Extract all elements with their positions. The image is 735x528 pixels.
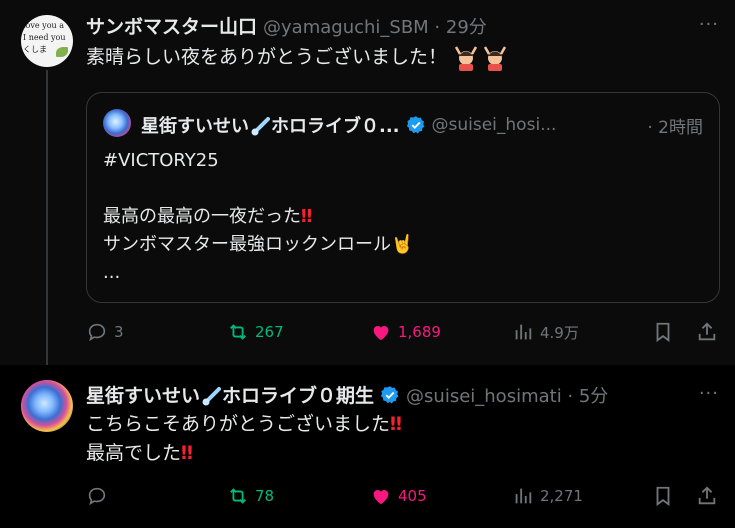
comet-icon bbox=[202, 386, 222, 405]
reply-button[interactable] bbox=[86, 485, 114, 507]
more-options-icon[interactable]: ··· bbox=[699, 383, 719, 404]
bookmark-button[interactable] bbox=[652, 485, 680, 507]
quoted-avatar[interactable] bbox=[103, 109, 131, 137]
quoted-handle[interactable]: @suisei_hosi... bbox=[432, 115, 557, 135]
quoted-line2: 最高の最高の一夜だった bbox=[103, 206, 301, 227]
cheering-person-emoji-icon bbox=[454, 45, 507, 71]
post2-header: 星街すいせい ホロライブ０期生 @suisei_hosimati · 5分 bbox=[86, 381, 608, 408]
like-count: 405 bbox=[398, 487, 427, 505]
share-button[interactable] bbox=[696, 485, 724, 507]
more-options-icon[interactable]: ··· bbox=[699, 14, 719, 35]
rock-hand-emoji-icon: 🤘 bbox=[391, 234, 414, 255]
retweet-icon bbox=[230, 488, 246, 504]
retweet-button[interactable]: 78 bbox=[227, 485, 274, 507]
post1-text: 素晴らしい夜をありがとうございました！ bbox=[86, 43, 509, 72]
like-button[interactable]: 1,689 bbox=[370, 321, 441, 343]
share-button[interactable] bbox=[696, 321, 724, 343]
views-count: 2,271 bbox=[540, 487, 583, 505]
suisei-name-part2: ホロライブ０期生 bbox=[222, 385, 375, 407]
bookmark-icon bbox=[656, 486, 670, 507]
comet-icon bbox=[251, 117, 270, 136]
like-button[interactable]: 405 bbox=[370, 485, 427, 507]
reply-button[interactable]: 3 bbox=[86, 321, 124, 343]
quoted-header: 星街すいせい ホロライブ０... @suisei_hosi... bbox=[141, 112, 556, 138]
author-handle[interactable]: @yamaguchi_SBM · 29分 bbox=[263, 13, 487, 39]
quoted-name-part2: ホロライブ０... bbox=[271, 116, 400, 137]
quoted-author-name[interactable]: 星街すいせい ホロライブ０... bbox=[141, 112, 400, 138]
verified-badge-icon bbox=[380, 385, 399, 404]
quoted-hashtag[interactable]: #VICTORY25 bbox=[103, 150, 219, 171]
post2-line2: 最高でした bbox=[86, 442, 182, 464]
views-icon bbox=[515, 488, 532, 504]
avatar-text-3: くしま bbox=[23, 45, 47, 54]
leaf-icon bbox=[56, 47, 68, 57]
retweet-icon bbox=[230, 324, 246, 340]
retweet-count: 78 bbox=[255, 487, 275, 505]
quoted-time[interactable]: · 2時間 bbox=[647, 113, 703, 138]
avatar-suisei[interactable] bbox=[21, 380, 73, 432]
retweet-count: 267 bbox=[255, 323, 284, 341]
thread-line bbox=[46, 70, 48, 370]
reply-icon bbox=[88, 323, 106, 342]
retweet-button[interactable]: 267 bbox=[227, 321, 284, 343]
author-name-suisei[interactable]: 星街すいせい ホロライブ０期生 bbox=[86, 381, 374, 408]
suisei-handle[interactable]: @suisei_hosimati · 5分 bbox=[406, 382, 608, 408]
reply-count: 3 bbox=[114, 323, 124, 341]
like-count: 1,689 bbox=[398, 323, 441, 341]
views-icon bbox=[515, 324, 532, 340]
avatar-text-2: I need you bbox=[23, 33, 66, 42]
author-name[interactable]: サンボマスター山口 bbox=[86, 12, 257, 39]
post2-actions: 78 405 2,271 bbox=[86, 485, 722, 515]
share-icon bbox=[698, 322, 716, 341]
quoted-line3: サンボマスター最強ロックンロール bbox=[103, 234, 391, 255]
views-count: 4.9万 bbox=[540, 323, 579, 342]
verified-badge-icon bbox=[406, 116, 424, 134]
post1-actions: 3 267 1,689 4.9万 bbox=[86, 321, 722, 351]
quoted-name-part1: 星街すいせい bbox=[141, 116, 249, 137]
bookmark-button[interactable] bbox=[652, 321, 680, 343]
post2-line1: こちらこそありがとうございました bbox=[86, 413, 391, 435]
double-exclamation-icon: ‼ bbox=[390, 413, 402, 435]
heart-icon bbox=[373, 490, 389, 505]
avatar-yamaguchi[interactable]: love you a I need you くしま bbox=[21, 15, 73, 67]
post1-text-content: 素晴らしい夜をありがとうございました！ bbox=[86, 46, 448, 68]
post1-header: サンボマスター山口 @yamaguchi_SBM · 29分 bbox=[86, 12, 487, 39]
double-exclamation-icon: ‼ bbox=[181, 442, 193, 464]
suisei-name-part1: 星街すいせい bbox=[86, 385, 201, 407]
quoted-ellipsis: ... bbox=[103, 262, 121, 283]
avatar-text-1: love you a bbox=[23, 21, 64, 30]
views-button[interactable]: 2,271 bbox=[512, 485, 583, 507]
reply-icon bbox=[88, 487, 106, 506]
quoted-post-card[interactable]: 星街すいせい ホロライブ０... @suisei_hosi... · 2時間 #V… bbox=[86, 92, 720, 303]
bookmark-icon bbox=[656, 322, 670, 343]
post2-text: こちらこそありがとうございました‼ 最高でした‼ bbox=[86, 410, 402, 468]
views-button[interactable]: 4.9万 bbox=[512, 321, 579, 343]
quoted-body: #VICTORY25 最高の最高の一夜だった‼ サンボマスター最強ロックンロール… bbox=[103, 147, 413, 287]
double-exclamation-icon: ‼ bbox=[301, 206, 313, 227]
share-icon bbox=[698, 486, 716, 505]
heart-icon bbox=[373, 326, 389, 341]
